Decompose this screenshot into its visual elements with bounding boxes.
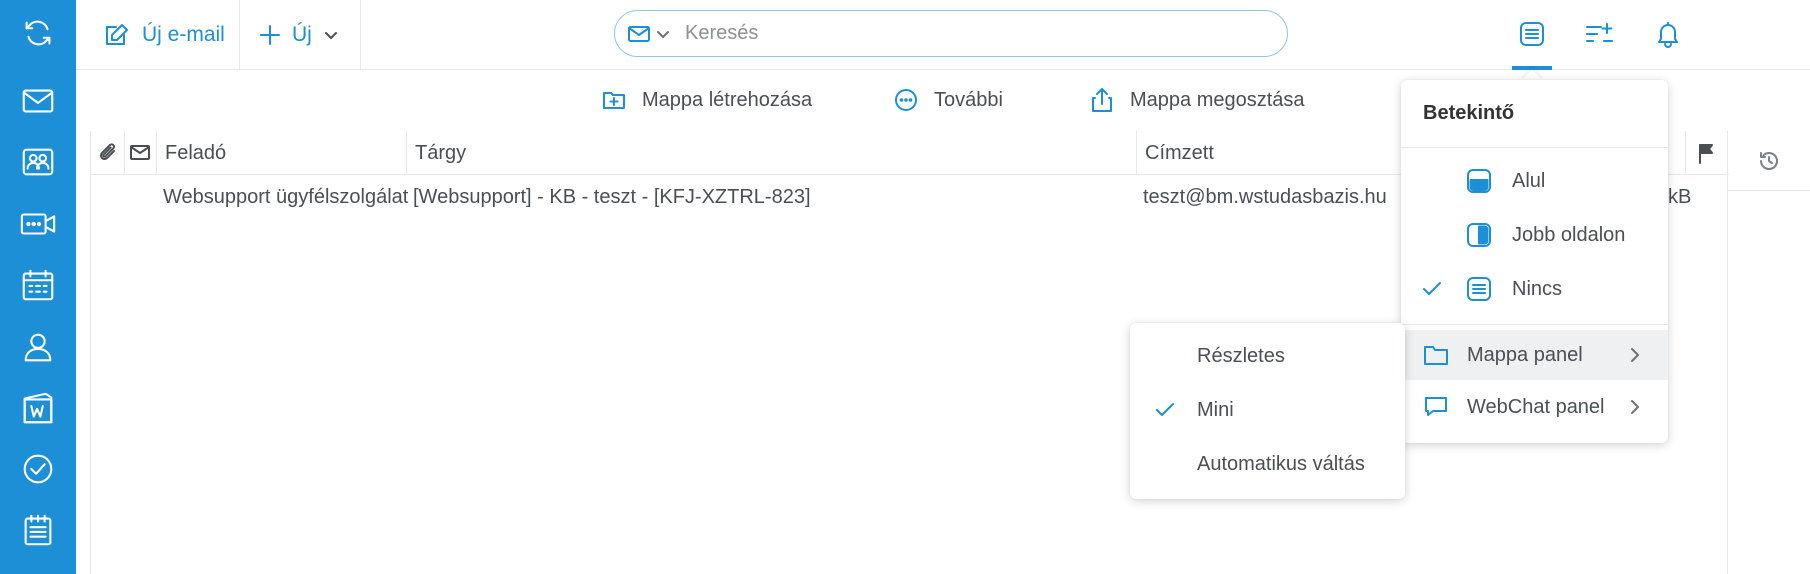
search-input[interactable]	[685, 22, 1245, 45]
folder-panel-option-mini-label: Mini	[1197, 398, 1234, 421]
word-documents-icon[interactable]	[12, 385, 64, 431]
preview-bottom-icon	[1466, 168, 1492, 194]
preview-option-right-label: Jobb oldalon	[1512, 223, 1626, 246]
toolbar-divider	[239, 0, 240, 70]
folder-panel-submenu[interactable]: Mappa panel	[1401, 330, 1668, 380]
compose-icon	[104, 22, 130, 48]
new-email-button[interactable]: Új e-mail	[104, 0, 225, 70]
column-recipient-label: Címzett	[1145, 141, 1214, 164]
column-subject-label: Tárgy	[415, 141, 467, 164]
folder-panel-label: Mappa panel	[1467, 343, 1583, 366]
plus-icon	[258, 23, 282, 47]
preview-option-none-label: Nincs	[1512, 277, 1563, 300]
row-size: kB	[1668, 186, 1692, 208]
history-icon	[1757, 149, 1781, 173]
notification-bell-icon[interactable]	[1648, 14, 1688, 54]
preview-option-bottom[interactable]: Alul	[1401, 154, 1668, 208]
folder-panel-option-detailed-label: Részletes	[1197, 344, 1285, 367]
create-folder-button[interactable]: Mappa létrehozása	[602, 76, 812, 124]
envelope-icon	[129, 142, 151, 164]
share-folder-button[interactable]: Mappa megosztása	[1090, 76, 1305, 124]
history-panel-toggle[interactable]	[1728, 131, 1810, 191]
chevron-down-icon[interactable]	[655, 26, 671, 42]
more-dots-icon	[894, 88, 934, 112]
new-item-dropdown-button[interactable]: Új	[258, 0, 340, 70]
contacts-group-icon[interactable]	[12, 139, 64, 185]
app-sidebar	[0, 0, 76, 574]
mail-icon[interactable]	[12, 78, 64, 124]
preview-option-none[interactable]: Nincs	[1401, 262, 1668, 316]
folder-add-icon	[602, 88, 642, 112]
folder-panel-menu: Részletes Mini Automatikus váltás	[1130, 323, 1405, 499]
preview-option-right[interactable]: Jobb oldalon	[1401, 208, 1668, 262]
mail-scope-icon[interactable]	[627, 22, 651, 46]
tasks-check-icon[interactable]	[12, 446, 64, 492]
top-bar: Új e-mail Új	[76, 0, 1810, 70]
chevron-right-icon	[1628, 346, 1642, 364]
preview-option-bottom-label: Alul	[1512, 169, 1546, 192]
toolbar-divider	[360, 0, 361, 70]
webchat-panel-submenu[interactable]: WebChat panel	[1401, 382, 1668, 432]
folder-panel-option-mini[interactable]: Mini	[1130, 383, 1405, 437]
new-item-label: Új	[292, 23, 312, 46]
more-actions-label: További	[934, 88, 1003, 111]
checkmark-icon	[1421, 278, 1443, 300]
folder-panel-option-detailed[interactable]: Részletes	[1130, 329, 1405, 383]
sort-filter-icon[interactable]	[1579, 14, 1619, 54]
sync-icon[interactable]	[12, 10, 64, 56]
folder-panel-option-auto-label: Automatikus váltás	[1197, 452, 1365, 475]
preview-menu-title: Betekintő	[1423, 102, 1515, 124]
share-folder-label: Mappa megosztása	[1130, 88, 1305, 111]
checkmark-icon	[1154, 399, 1176, 421]
row-recipient: teszt@bm.wstudasbazis.hu	[1143, 186, 1387, 208]
reading-pane-toggle-icon[interactable]	[1512, 14, 1552, 54]
row-subject: [Websupport] - KB - teszt - [KFJ-XZTRL-8…	[413, 186, 811, 208]
preview-menu: Betekintő Alul Jobb oldalon Nincs Mappa …	[1401, 80, 1668, 443]
more-actions-button[interactable]: További	[894, 76, 1003, 124]
chat-bubble-icon	[1423, 395, 1449, 419]
column-subject[interactable]: Tárgy	[407, 131, 1137, 175]
menu-divider	[1401, 324, 1668, 325]
video-call-icon[interactable]	[12, 201, 64, 247]
profile-icon[interactable]	[12, 324, 64, 370]
search-box[interactable]	[614, 10, 1288, 57]
menu-divider	[1401, 147, 1668, 148]
column-flag[interactable]	[1685, 131, 1729, 175]
row-sender: Websupport ügyfélszolgálat	[163, 186, 409, 208]
create-folder-label: Mappa létrehozása	[642, 88, 813, 111]
mail-app: Új e-mail Új Keresés Mappa létrehozása T…	[0, 0, 1810, 574]
column-attachment[interactable]	[91, 131, 125, 175]
notes-icon[interactable]	[12, 507, 64, 553]
preview-right-icon	[1466, 222, 1492, 248]
webchat-panel-label: WebChat panel	[1467, 395, 1605, 418]
column-sender[interactable]: Feladó	[157, 131, 407, 175]
share-upload-icon	[1090, 87, 1130, 113]
chevron-right-icon	[1628, 398, 1642, 416]
flag-icon	[1696, 142, 1716, 164]
column-sender-label: Feladó	[165, 141, 227, 164]
paperclip-icon	[97, 142, 119, 164]
folder-icon	[1423, 343, 1449, 367]
new-email-label: Új e-mail	[142, 23, 225, 46]
calendar-icon[interactable]	[12, 262, 64, 308]
folder-panel-option-auto[interactable]: Automatikus váltás	[1130, 437, 1405, 491]
chevron-down-icon	[322, 26, 340, 44]
preview-none-icon	[1466, 276, 1492, 302]
column-read-status[interactable]	[125, 131, 157, 175]
